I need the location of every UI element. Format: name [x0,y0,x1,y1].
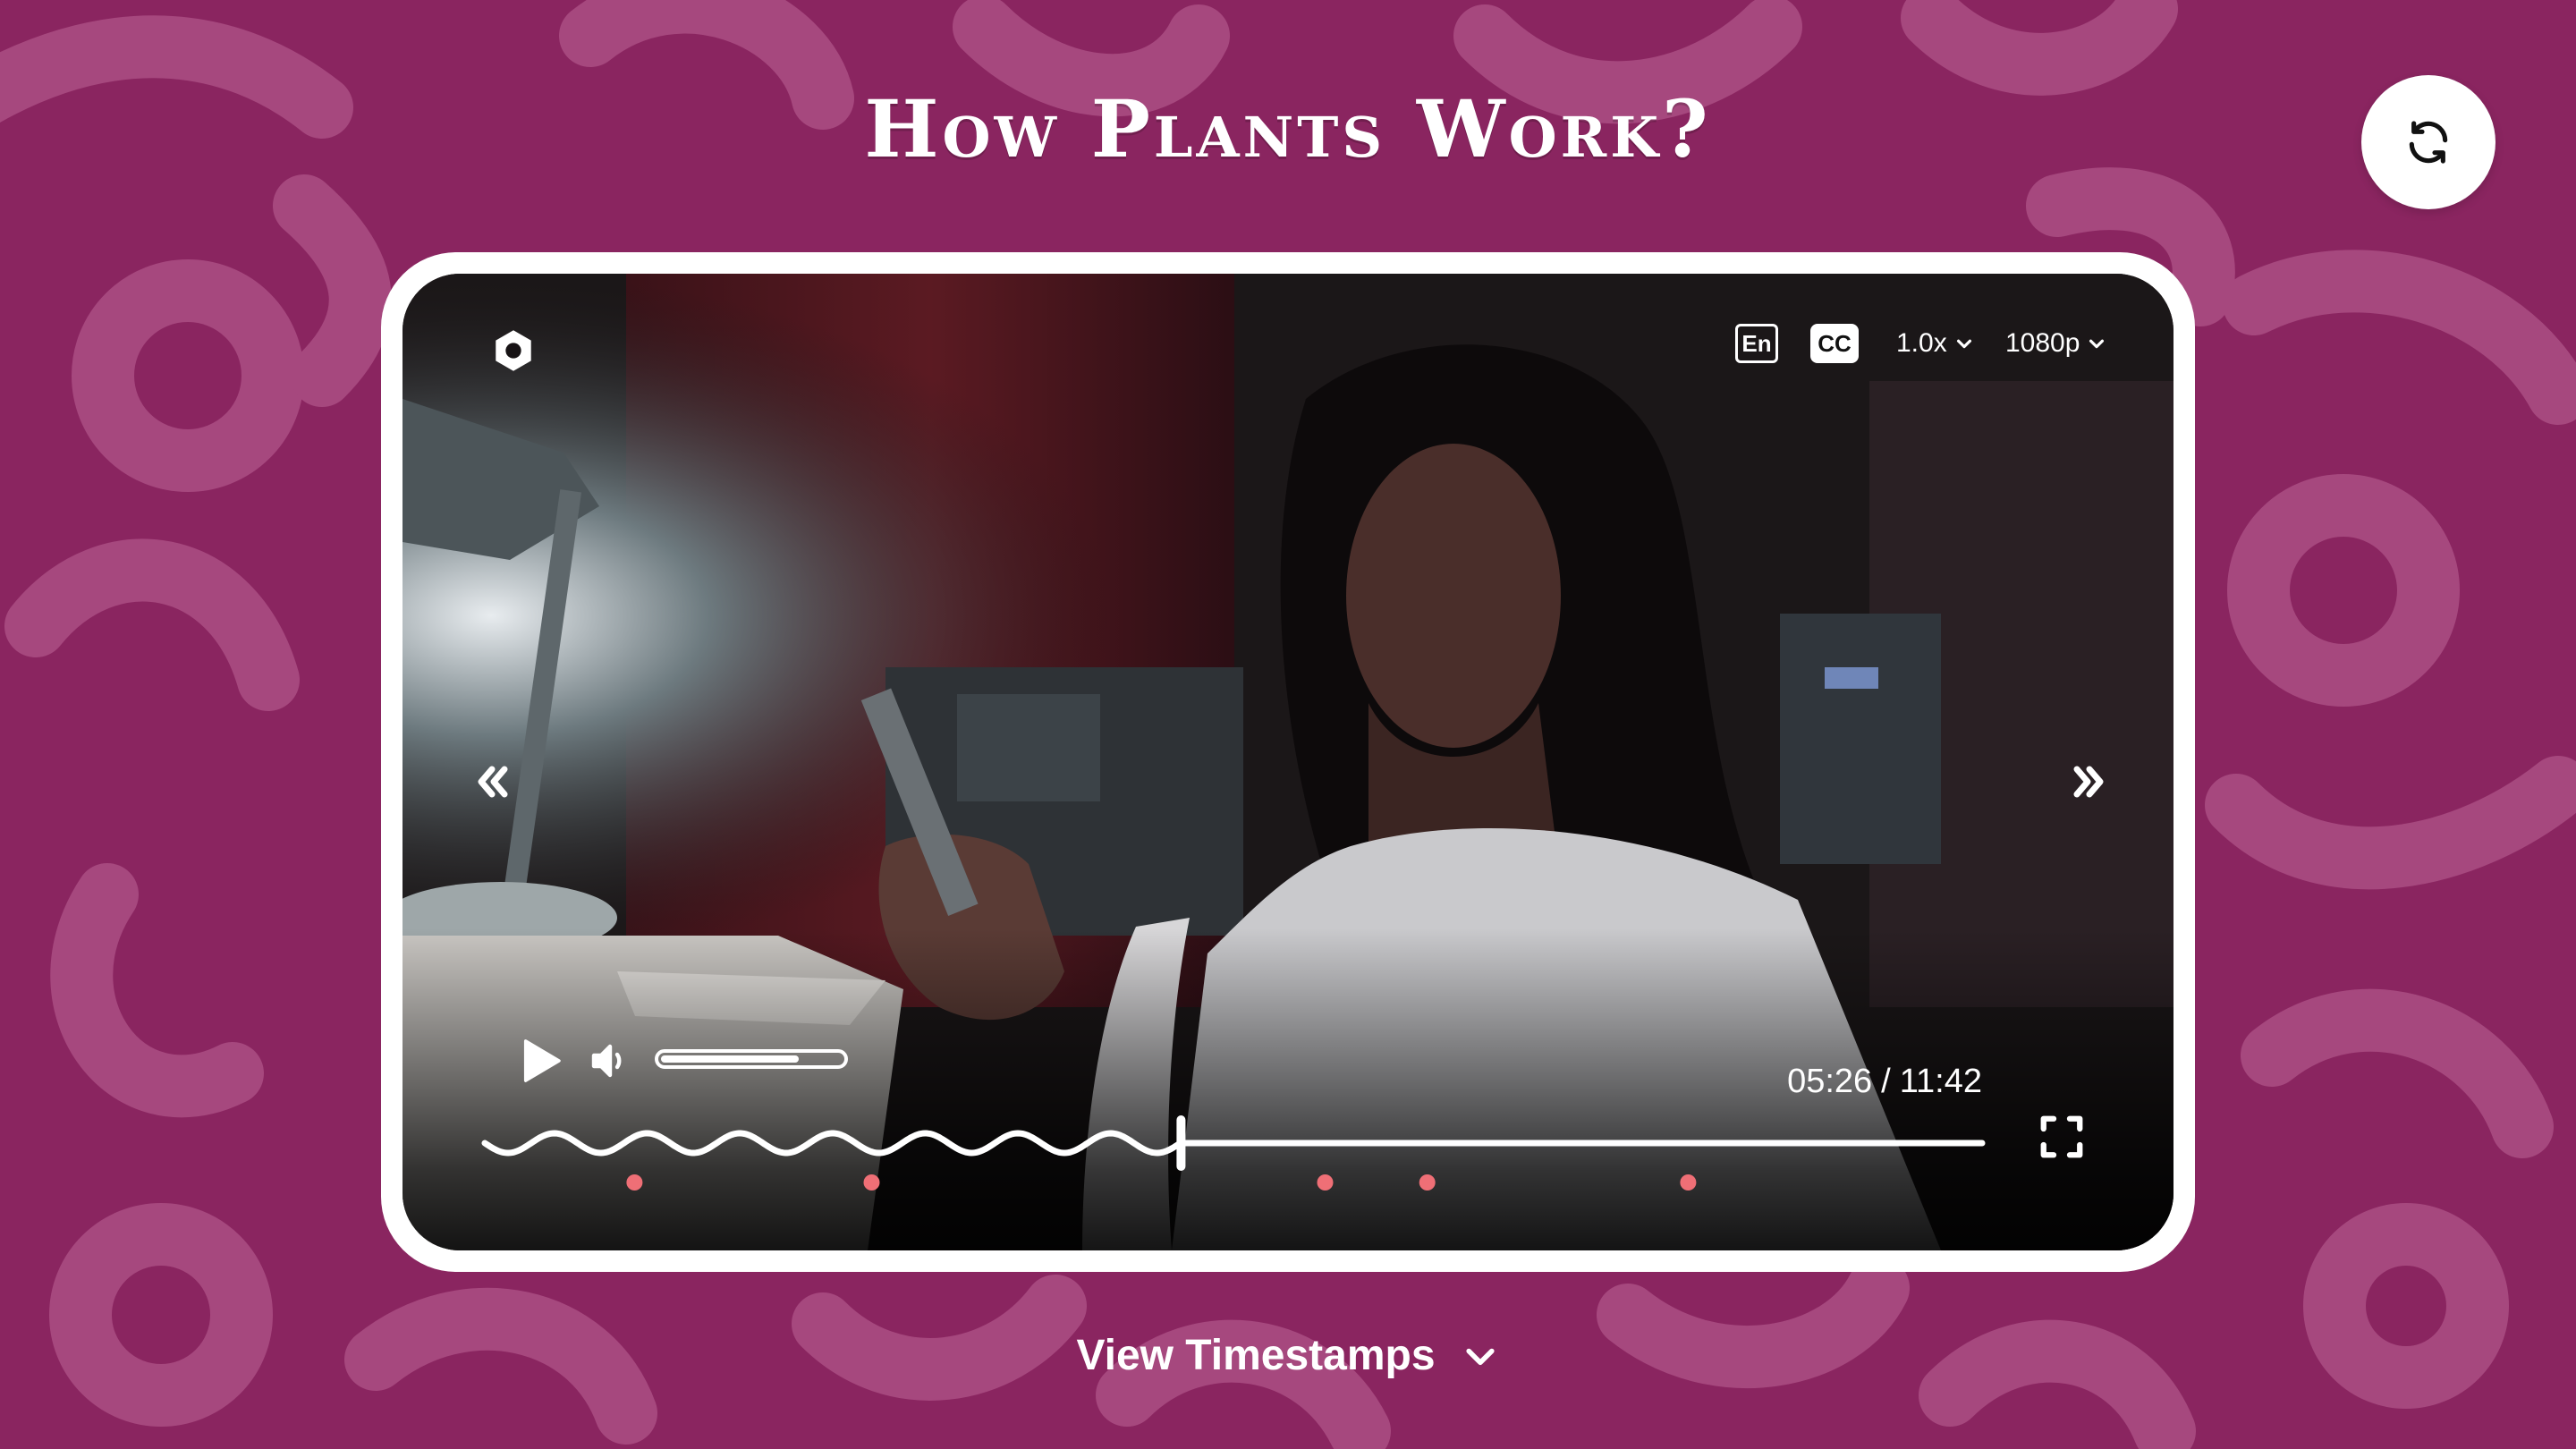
volume-icon [591,1044,622,1078]
chapter-marker[interactable] [1680,1174,1697,1191]
progress-track [481,1115,1986,1191]
volume-level [661,1055,799,1063]
chapter-marker[interactable] [863,1174,880,1191]
chapter-marker[interactable] [626,1174,643,1191]
refresh-button[interactable] [2361,75,2496,209]
chevron-down-icon [1956,339,1971,349]
progress-played [481,1130,1184,1157]
video-player: En CC 1.0x 1080p 05:26 / 11:42 [381,252,2195,1272]
language-button[interactable]: En [1735,324,1778,363]
forward-button[interactable] [2063,755,2116,809]
time-display: 05:26 / 11:42 [1771,1059,1982,1104]
page-title: How Plants Work? [864,82,1712,175]
double-chevron-left-icon [478,766,508,798]
duration: 11:42 [1899,1062,1982,1100]
time-separator: / [1881,1062,1891,1100]
view-timestamps-button[interactable]: View Timestamps [0,1331,2576,1380]
volume-button[interactable] [587,1038,633,1084]
speed-dropdown[interactable]: 1.0x [1896,320,1974,367]
chevron-down-icon [1465,1348,1495,1365]
captions-button[interactable]: CC [1810,324,1859,363]
gear-icon [496,330,531,371]
current-time: 05:26 [1787,1062,1873,1100]
play-button[interactable] [513,1034,567,1088]
chevron-down-icon [2089,339,2105,349]
video-frame[interactable]: En CC 1.0x 1080p 05:26 / 11:42 [402,274,2174,1250]
chapter-marker[interactable] [1419,1174,1436,1191]
play-icon [523,1039,561,1082]
quality-dropdown[interactable]: 1080p [2005,320,2106,367]
chapter-marker[interactable] [1317,1174,1334,1191]
double-chevron-right-icon [2073,766,2104,798]
volume-slider[interactable] [655,1049,848,1069]
settings-button[interactable] [488,326,538,376]
rewind-button[interactable] [465,755,519,809]
view-timestamps-label: View Timestamps [1076,1332,1436,1379]
refresh-icon [2409,121,2448,164]
progress-bar[interactable] [402,1106,2174,1191]
quality-value: 1080p [2005,328,2080,358]
speed-value: 1.0x [1896,328,1947,358]
